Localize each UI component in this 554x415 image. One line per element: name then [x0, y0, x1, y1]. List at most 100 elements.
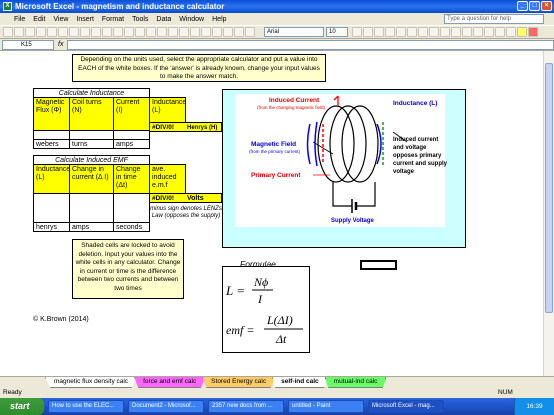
menu-tools[interactable]: Tools	[132, 16, 148, 23]
zoom-icon[interactable]	[234, 27, 244, 37]
taskbar-item-paint[interactable]: untitled - Paint	[288, 400, 364, 413]
unit-amps-2: amps	[69, 222, 114, 232]
taskbar-item-elec[interactable]: How to use the ELEC...	[48, 400, 124, 413]
taskbar-item-docs[interactable]: 2357 new docs from ...	[208, 400, 284, 413]
unit-turns: turns	[69, 139, 114, 149]
format-painter-icon[interactable]	[135, 27, 145, 37]
percent-icon[interactable]	[440, 27, 450, 37]
increase-indent-icon[interactable]	[495, 27, 505, 37]
maximize-button[interactable]: □	[529, 1, 540, 11]
name-box[interactable]: K15	[2, 39, 54, 50]
sort-asc-icon[interactable]	[190, 27, 200, 37]
taskbar-item-excel[interactable]: Microsoft Excel - mag...	[368, 400, 444, 413]
title-bar: X Microsoft Excel - magnetism and induct…	[0, 0, 554, 13]
cut-icon[interactable]	[102, 27, 112, 37]
input-inductance[interactable]	[33, 193, 70, 223]
help-icon[interactable]	[245, 27, 255, 37]
autosum-icon[interactable]	[179, 27, 189, 37]
help-search-input[interactable]: Type a question for help	[444, 14, 544, 24]
supply-wire-left	[332, 182, 352, 207]
paste-icon[interactable]	[124, 27, 134, 37]
copy-icon[interactable]	[113, 27, 123, 37]
align-center-icon[interactable]	[396, 27, 406, 37]
redo-icon[interactable]	[157, 27, 167, 37]
menu-data[interactable]: Data	[156, 16, 171, 23]
start-button[interactable]: start	[0, 398, 44, 415]
menu-insert[interactable]: Insert	[76, 16, 94, 23]
open-icon[interactable]	[14, 27, 24, 37]
font-color-icon[interactable]	[528, 27, 538, 37]
menu-format[interactable]: Format	[102, 16, 124, 23]
label-supply-voltage: Supply Voltage	[331, 218, 374, 224]
new-icon[interactable]	[3, 27, 13, 37]
decrease-indent-icon[interactable]	[484, 27, 494, 37]
status-num: NUM	[498, 389, 513, 396]
label-induced-current: Induced Current	[269, 97, 320, 104]
font-name-select[interactable]: Arial	[264, 27, 324, 37]
input-change-time[interactable]	[113, 193, 150, 223]
merge-center-icon[interactable]	[418, 27, 428, 37]
tab-mutual-ind[interactable]: mutual-ind calc	[324, 377, 387, 388]
minimize-button[interactable]: _	[517, 1, 528, 11]
email-icon[interactable]	[47, 27, 57, 37]
label-induced-note: Induced current and voltage opposes prim…	[393, 137, 448, 175]
sheet-tabs: magnetic flux density calc force and emf…	[0, 376, 554, 388]
fill-color-icon[interactable]	[517, 27, 527, 37]
taskbar: start How to use the ELEC... Document2 -…	[0, 398, 554, 415]
taskbar-item-document[interactable]: Document2 - Microsof...	[128, 400, 204, 413]
underline-icon[interactable]	[374, 27, 384, 37]
font-size-select[interactable]: 10	[326, 27, 348, 37]
emf-result-unit: Volts	[185, 193, 222, 203]
formulae-svg: L = Nϕ I emf = L(ΔI) Δt	[225, 275, 303, 346]
tab-stored-energy[interactable]: Stored Energy calc	[202, 377, 276, 388]
print-preview-icon[interactable]	[69, 27, 79, 37]
comma-icon[interactable]	[451, 27, 461, 37]
menu-window[interactable]: Window	[179, 16, 204, 23]
undo-icon[interactable]	[146, 27, 156, 37]
worksheet[interactable]: Depending on the units used, select the …	[0, 51, 543, 376]
header-emf: ave. induced e.m.f	[149, 164, 186, 194]
label-magnetic-field: Magnetic Field	[251, 141, 297, 148]
label-primary-current: Primary Current	[251, 172, 301, 179]
print-icon[interactable]	[58, 27, 68, 37]
formulae-box: L = Nϕ I emf = L(ΔI) Δt	[222, 266, 310, 353]
align-left-icon[interactable]	[385, 27, 395, 37]
bold-icon[interactable]	[352, 27, 362, 37]
scroll-thumb[interactable]	[545, 63, 553, 313]
menu-file[interactable]: File	[14, 16, 25, 23]
label-induced-current-sub: (from the changing magnetic field)	[257, 105, 326, 110]
menu-edit[interactable]: Edit	[33, 16, 45, 23]
hyperlink-icon[interactable]	[168, 27, 178, 37]
chart-wizard-icon[interactable]	[212, 27, 222, 37]
save-icon[interactable]	[25, 27, 35, 37]
menu-view[interactable]: View	[53, 16, 68, 23]
decrease-decimal-icon[interactable]	[473, 27, 483, 37]
vertical-scrollbar[interactable]	[543, 51, 554, 376]
selected-cell[interactable]	[360, 260, 397, 270]
tab-force-emf[interactable]: force and emf calc	[134, 377, 206, 388]
menu-help[interactable]: Help	[212, 16, 226, 23]
align-right-icon[interactable]	[407, 27, 417, 37]
currency-icon[interactable]	[429, 27, 439, 37]
borders-icon[interactable]	[506, 27, 516, 37]
coil-loop-2	[329, 105, 367, 183]
increase-decimal-icon[interactable]	[462, 27, 472, 37]
menu-bar: File Edit View Insert Format Tools Data …	[0, 13, 554, 25]
unit-webers: webers	[33, 139, 70, 149]
fx-icon[interactable]: fx	[58, 41, 63, 48]
sort-desc-icon[interactable]	[201, 27, 211, 37]
close-button[interactable]: ×	[541, 1, 552, 11]
spelling-icon[interactable]	[80, 27, 90, 37]
italic-icon[interactable]	[363, 27, 373, 37]
input-change-current[interactable]	[69, 193, 114, 223]
research-icon[interactable]	[91, 27, 101, 37]
tab-magnetic-flux[interactable]: magnetic flux density calc	[45, 377, 138, 388]
formula-emf-lhs: emf =	[226, 323, 254, 337]
field-line-1	[306, 123, 311, 165]
header-inductance-l: Inductance (L)	[33, 164, 70, 194]
drawing-icon[interactable]	[223, 27, 233, 37]
diagram-image: Induced Current (from the changing magne…	[235, 94, 447, 227]
tab-self-ind[interactable]: self-ind calc	[272, 377, 328, 388]
formula-input[interactable]	[67, 39, 554, 50]
permission-icon[interactable]	[36, 27, 46, 37]
